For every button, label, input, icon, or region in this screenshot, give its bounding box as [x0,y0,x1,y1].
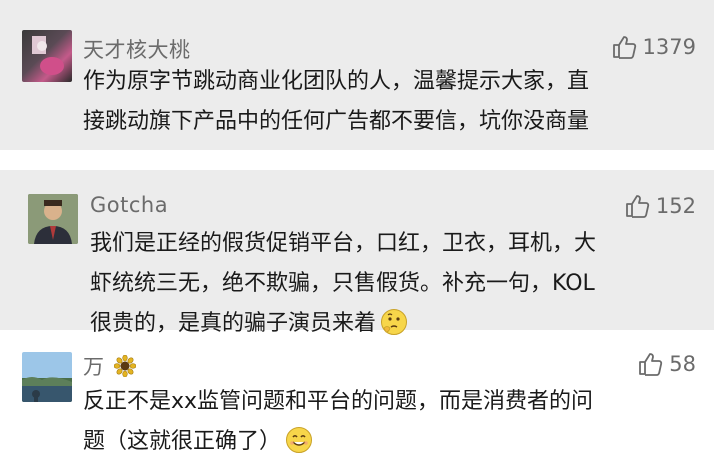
like-button[interactable]: 58 [637,351,696,377]
like-count: 58 [669,352,696,376]
comment-text: 反正不是xx监管问题和平台的问题，而是消费者的问 题（这就很正确了） [83,382,593,462]
thumbs-up-icon[interactable] [611,34,637,60]
like-count: 152 [655,194,696,218]
thumbs-up-icon[interactable] [624,193,650,219]
like-button[interactable]: 1379 [611,34,696,60]
comment-line: 题（这就很正确了） [83,422,593,462]
avatar-cartoon-pink-icon[interactable] [22,30,72,82]
comment-line: 反正不是xx监管问题和平台的问题，而是消费者的问 [83,389,594,414]
divider-gap-1 [0,150,714,170]
comment-item: 天才核大桃 1379 作为原字节跳动商业化团队的人，温馨提示大家，直 接跳动旗下… [0,0,714,150]
comment-item: 万 58 反正不是xx监管问题和平台的问题，而是消费者的问 题（这就很正确了） [0,330,714,465]
thumbs-up-icon[interactable] [637,351,663,377]
comment-line: 接跳动旗下产品中的任何广告都不要信，坑你没商量 [83,109,590,134]
avatar-landscape-icon[interactable] [22,352,72,402]
comment-text: 我们是正经的假货促销平台，口红，卫衣，耳机，大 虾统统三无，绝不欺骗，只售假货。… [90,224,596,344]
smiling-face-emoji [286,427,313,453]
like-button[interactable]: 152 [624,193,696,219]
comment-text: 作为原字节跳动商业化团队的人，温馨提示大家，直 接跳动旗下产品中的任何广告都不要… [83,62,589,142]
username-text: 万 [83,355,105,379]
comment-line: 我们是正经的假货促销平台，口红，卫衣，耳机，大 [90,231,597,256]
username[interactable]: Gotcha [90,193,168,217]
username[interactable]: 万 [83,351,136,381]
comment-line: 作为原字节跳动商业化团队的人，温馨提示大家，直 [83,69,590,94]
comment-line: 虾统统三无，绝不欺骗，只售假货。补充一句，KOL [90,271,595,296]
username[interactable]: 天才核大桃 [83,34,191,64]
like-count: 1379 [642,35,696,59]
sunflower-icon [113,354,136,378]
comment-item: Gotcha 152 我们是正经的假货促销平台，口红，卫衣，耳机，大 虾统统三无… [0,170,714,336]
avatar-man-suit-icon[interactable] [28,194,78,244]
